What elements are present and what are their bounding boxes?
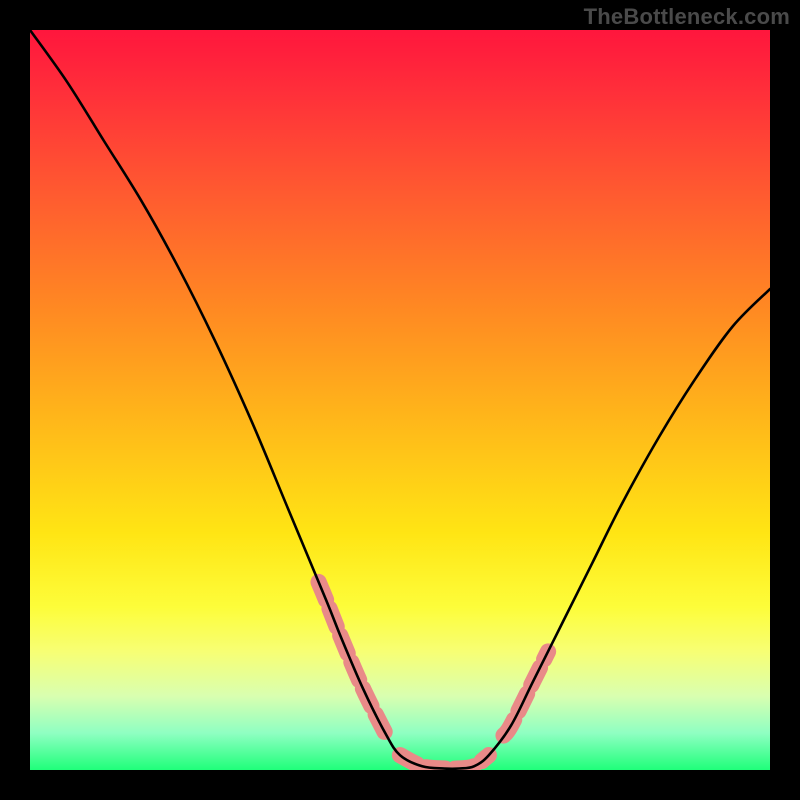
bottleneck-curve: [30, 30, 770, 769]
watermark-text: TheBottleneck.com: [584, 4, 790, 30]
plot-area: [30, 30, 770, 770]
curve-svg: [30, 30, 770, 770]
highlight-group: [319, 582, 548, 769]
chart-frame: TheBottleneck.com: [0, 0, 800, 800]
